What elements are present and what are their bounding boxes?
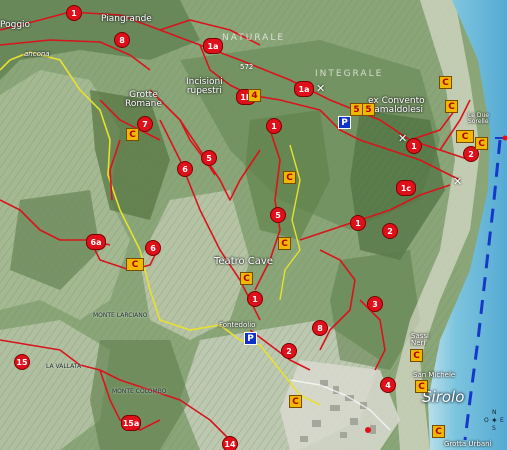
poi-marker[interactable]: C [445, 100, 458, 113]
trail-marker[interactable]: 6a [86, 234, 106, 250]
trail-marker[interactable]: 15a [121, 415, 141, 431]
poi-marker[interactable]: C [415, 380, 428, 393]
compass-star-icon: ✦ [491, 416, 498, 425]
trail-marker[interactable]: 7 [137, 116, 153, 132]
reserve-label-integrale: INTEGRALE [315, 69, 384, 79]
poi-marker[interactable]: C [439, 76, 452, 89]
town-sirolo[interactable]: Sirolo [422, 388, 464, 406]
compass-rose: N O E S ✦ [484, 409, 506, 433]
compass-n: N [492, 409, 497, 416]
trail-marker[interactable]: 1 [350, 215, 366, 231]
poi-marker[interactable]: 4 [248, 89, 261, 102]
poi-marker[interactable]: C [432, 425, 445, 438]
altitude-label: 572 [240, 63, 254, 71]
trail-marker[interactable]: 3 [367, 296, 383, 312]
map[interactable]: NATURALE INTEGRALE Poggio Piangrande Gro… [0, 0, 507, 450]
place-sassi-neri[interactable]: Sassi Neri [411, 333, 429, 347]
poi-marker[interactable]: C [283, 171, 296, 184]
place-ex-convento[interactable]: ex Convento Camaldolesi [368, 97, 425, 115]
trail-marker[interactable]: 1 [66, 5, 82, 21]
place-la-vallata: LA VALLATA [46, 363, 82, 370]
trail-marker[interactable]: 4 [380, 377, 396, 393]
trail-marker[interactable]: 1a [294, 81, 314, 97]
trail-marker[interactable]: 1a [203, 38, 223, 54]
cave-icon: ✕ [316, 82, 326, 95]
place-grotte-romane[interactable]: Grotte Romane [125, 91, 162, 109]
trail-marker[interactable]: 2 [281, 343, 297, 359]
poi-marker[interactable]: C [410, 349, 423, 362]
lighthouse-icon [495, 135, 507, 141]
trail-marker[interactable]: 8 [114, 32, 130, 48]
poi-marker[interactable]: C [456, 130, 474, 143]
trail-marker[interactable]: 6 [145, 240, 161, 256]
reserve-label-naturale: NATURALE [222, 33, 286, 43]
church-icon [365, 427, 371, 433]
trail-marker[interactable]: 1c [396, 180, 416, 196]
trail-marker[interactable]: 5 [270, 207, 286, 223]
compass-w: O [484, 417, 489, 424]
road-label-ancona: ancona [24, 50, 50, 58]
poi-marker[interactable]: C [278, 237, 291, 250]
place-piangrande[interactable]: Piangrande [101, 15, 152, 24]
place-le-due-sorelle[interactable]: Le Due Sorelle [468, 113, 489, 125]
place-grotta-urbani[interactable]: Grotta Urbani [444, 441, 492, 448]
poi-marker[interactable]: C [289, 395, 302, 408]
map-terrain [0, 0, 507, 450]
place-san-michele[interactable]: San Michele [413, 372, 455, 379]
place-monte-larciano: MONTE LARCIANO [93, 312, 148, 319]
parking-icon[interactable]: P [244, 332, 257, 345]
trail-marker[interactable]: 5 [201, 150, 217, 166]
poi-marker[interactable]: C [126, 128, 139, 141]
poi-marker[interactable]: C [240, 272, 253, 285]
trail-marker[interactable]: 1 [266, 118, 282, 134]
trail-marker[interactable]: 14 [222, 436, 238, 450]
place-teatro-cave[interactable]: Teatro Cave [214, 257, 273, 267]
poi-marker[interactable]: C [126, 258, 144, 271]
place-poggio[interactable]: Poggio [0, 21, 30, 30]
trail-marker[interactable]: 1 [406, 138, 422, 154]
compass-s: S [492, 425, 496, 432]
trail-marker[interactable]: 15 [14, 354, 30, 370]
trail-marker[interactable]: 8 [312, 320, 328, 336]
compass-e: E [500, 417, 504, 424]
trail-marker[interactable]: 1 [247, 291, 263, 307]
place-monte-colombo: MONTE COLOMBO [112, 388, 167, 395]
place-incisioni-rupestri[interactable]: Incisioni rupestri [186, 78, 223, 96]
parking-icon[interactable]: P [338, 116, 351, 129]
poi-marker[interactable]: C [475, 137, 488, 150]
poi-marker[interactable]: 5 [362, 103, 375, 116]
trail-marker[interactable]: 6 [177, 161, 193, 177]
cave-icon: ✕ [453, 175, 463, 188]
trail-marker[interactable]: 2 [382, 223, 398, 239]
place-fontedolio[interactable]: Fontedolio [219, 322, 255, 329]
